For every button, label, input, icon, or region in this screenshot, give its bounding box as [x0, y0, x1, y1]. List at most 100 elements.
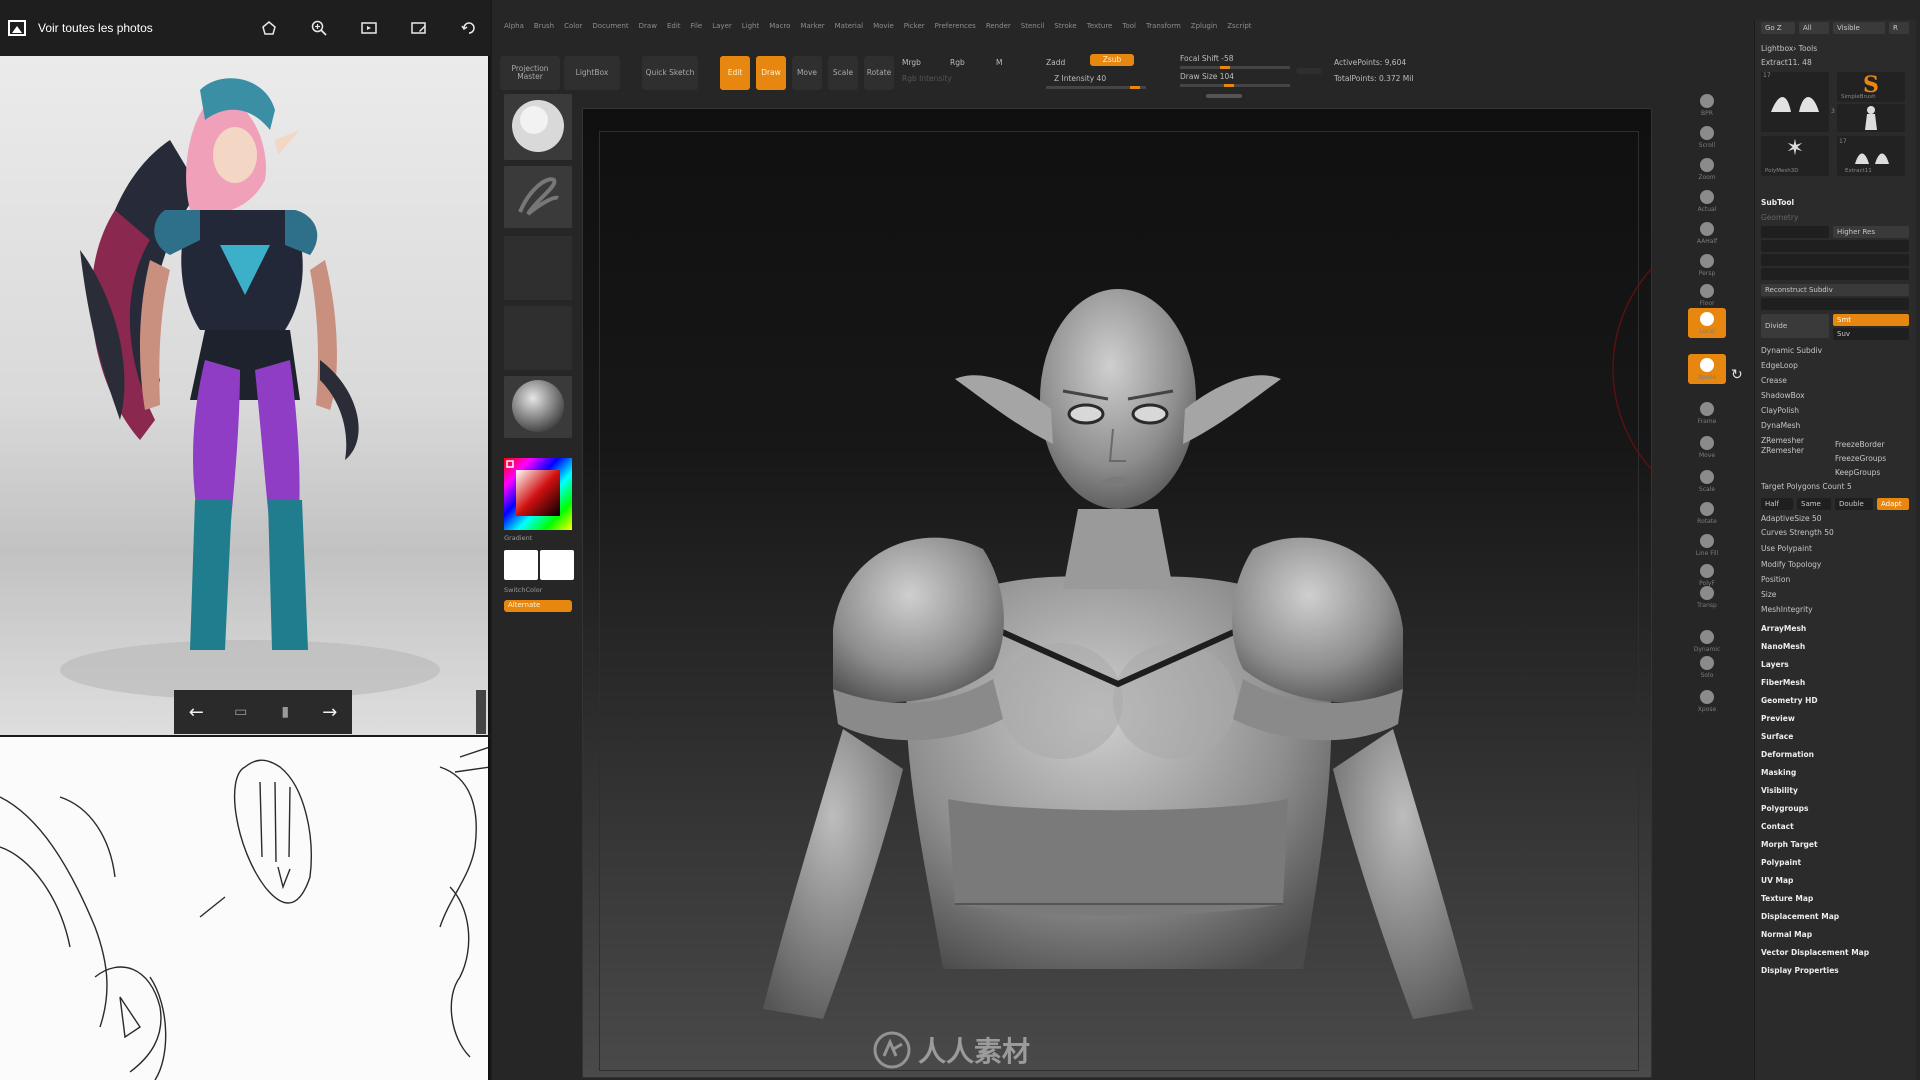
- tool-row-uv-map[interactable]: UV Map: [1761, 876, 1793, 885]
- target-polygons-slider[interactable]: Target Polygons Count 5: [1761, 482, 1852, 491]
- menu-draw[interactable]: Draw: [639, 22, 657, 38]
- menu-stencil[interactable]: Stencil: [1021, 22, 1045, 38]
- freeze-groups-toggle[interactable]: FreezeGroups: [1835, 454, 1886, 463]
- share-icon[interactable]: [258, 17, 280, 39]
- focal-shift-handle[interactable]: [1220, 66, 1230, 69]
- shelf-solo-button[interactable]: Solo: [1688, 652, 1726, 682]
- lightbox-button[interactable]: LightBox: [564, 56, 620, 90]
- photo-scrollbar[interactable]: [476, 690, 486, 734]
- lightbox-tools-button[interactable]: Lightbox› Tools: [1761, 44, 1817, 53]
- rgb-button[interactable]: Rgb: [950, 58, 965, 67]
- menu-texture[interactable]: Texture: [1087, 22, 1113, 38]
- r-button[interactable]: R: [1889, 22, 1909, 34]
- half-button[interactable]: Half: [1761, 498, 1793, 510]
- toolbar-scroll-handle[interactable]: [1206, 94, 1242, 98]
- tool-row-deformation[interactable]: Deformation: [1761, 750, 1814, 759]
- menu-zscript[interactable]: Zscript: [1227, 22, 1251, 38]
- zsub-button[interactable]: Zsub: [1090, 54, 1134, 66]
- edit-icon[interactable]: [408, 17, 430, 39]
- smt-toggle[interactable]: Smt: [1833, 314, 1909, 326]
- gradient-label[interactable]: Gradient: [504, 534, 572, 542]
- sdiv-slider[interactable]: [1761, 240, 1909, 252]
- tool-row-modify-topology[interactable]: Modify Topology: [1761, 560, 1821, 569]
- menu-alpha[interactable]: Alpha: [504, 22, 524, 38]
- menu-layer[interactable]: Layer: [712, 22, 732, 38]
- menu-render[interactable]: Render: [986, 22, 1011, 38]
- menu-stroke[interactable]: Stroke: [1054, 22, 1076, 38]
- shelf-bpr-button[interactable]: BPR: [1688, 90, 1726, 120]
- tool-row-layers[interactable]: Layers: [1761, 660, 1789, 669]
- suv-toggle[interactable]: Suv: [1833, 328, 1909, 340]
- divide-button[interactable]: Divide: [1761, 314, 1829, 338]
- menu-preferences[interactable]: Preferences: [935, 22, 976, 38]
- tool-row-polygroups[interactable]: Polygroups: [1761, 804, 1809, 813]
- zadd-button[interactable]: Zadd: [1046, 58, 1065, 67]
- scale-mode-button[interactable]: Scale: [828, 56, 858, 90]
- zbrush-canvas[interactable]: ↻: [582, 108, 1743, 1078]
- main-color-swatch[interactable]: [504, 550, 538, 580]
- delete-icon[interactable]: ▮: [270, 704, 300, 720]
- rgb-intensity-slider[interactable]: Rgb Intensity: [902, 74, 952, 83]
- visible-button[interactable]: Visible: [1833, 22, 1885, 34]
- tool-row-preview[interactable]: Preview: [1761, 714, 1795, 723]
- menu-light[interactable]: Light: [742, 22, 759, 38]
- draw-mode-button[interactable]: Draw: [756, 56, 786, 90]
- menu-marker[interactable]: Marker: [800, 22, 824, 38]
- tool-row-nanomesh[interactable]: NanoMesh: [1761, 642, 1805, 651]
- color-picker[interactable]: [504, 458, 572, 530]
- shelf-move-button[interactable]: Move: [1688, 432, 1726, 462]
- freeze-subdiv-button[interactable]: [1761, 268, 1909, 280]
- rotate-mode-button[interactable]: Rotate: [864, 56, 894, 90]
- shelf-transp-button[interactable]: Transp: [1688, 582, 1726, 612]
- tool-row-meshintegrity[interactable]: MeshIntegrity: [1761, 605, 1813, 614]
- shelf-actual-button[interactable]: Actual: [1688, 186, 1726, 216]
- tool-row-position[interactable]: Position: [1761, 575, 1790, 584]
- shelf-scroll-button[interactable]: Scroll: [1688, 122, 1726, 152]
- tool-row-morph-target[interactable]: Morph Target: [1761, 840, 1818, 849]
- tool-row-polypaint[interactable]: Polypaint: [1761, 858, 1801, 867]
- convert-bpr-button[interactable]: [1761, 298, 1909, 310]
- curves-strength-slider[interactable]: Curves Strength 50: [1761, 528, 1834, 537]
- texture-thumbnail[interactable]: [504, 306, 572, 370]
- dynamic-size-toggle[interactable]: [1296, 68, 1322, 74]
- menu-macro[interactable]: Macro: [769, 22, 790, 38]
- focal-shift-slider[interactable]: Focal Shift -58: [1180, 54, 1234, 63]
- tool-row-visibility[interactable]: Visibility: [1761, 786, 1798, 795]
- tool-row-size[interactable]: Size: [1761, 590, 1776, 599]
- subtool-menu[interactable]: SubTool: [1761, 198, 1794, 207]
- same-button[interactable]: Same: [1797, 498, 1831, 510]
- switch-color-button[interactable]: SwitchColor: [504, 586, 572, 594]
- shelf-xpose-button[interactable]: Xpose: [1688, 686, 1726, 716]
- keep-groups-toggle[interactable]: KeepGroups: [1835, 468, 1880, 477]
- mrgb-button[interactable]: Mrgb: [902, 58, 921, 67]
- tool-row-surface[interactable]: Surface: [1761, 732, 1793, 741]
- menu-tool[interactable]: Tool: [1122, 22, 1136, 38]
- menu-movie[interactable]: Movie: [873, 22, 894, 38]
- tool-row-edgeloop[interactable]: EdgeLoop: [1761, 361, 1798, 370]
- shelf-line-fill-button[interactable]: Line Fill: [1688, 530, 1726, 560]
- menu-edit[interactable]: Edit: [667, 22, 681, 38]
- menu-document[interactable]: Document: [592, 22, 628, 38]
- tool-thumb-figure[interactable]: [1837, 104, 1905, 132]
- rotate-icon[interactable]: [458, 17, 480, 39]
- tool-row-displacement-map[interactable]: Displacement Map: [1761, 912, 1839, 921]
- tool-row-dynamic-subdiv[interactable]: Dynamic Subdiv: [1761, 346, 1822, 355]
- photo-info-icon[interactable]: ▭: [226, 704, 256, 720]
- z-intensity-handle[interactable]: [1130, 86, 1140, 89]
- tool-row-vector-displacement-map[interactable]: Vector Displacement Map: [1761, 948, 1869, 957]
- goz-button[interactable]: Go Z: [1761, 22, 1795, 34]
- menu-file[interactable]: File: [691, 22, 703, 38]
- higher-res-button[interactable]: Higher Res: [1833, 226, 1909, 238]
- shelf-local-button[interactable]: Local: [1688, 308, 1726, 338]
- shelf-persp-button[interactable]: Persp: [1688, 250, 1726, 280]
- double-button[interactable]: Double: [1835, 498, 1873, 510]
- tool-row-zremesher[interactable]: ZRemesher: [1761, 436, 1804, 445]
- shelf-floor-button[interactable]: Floor: [1688, 280, 1726, 310]
- tool-row-display-properties[interactable]: Display Properties: [1761, 966, 1839, 975]
- adapt-button[interactable]: Adapt: [1877, 498, 1909, 510]
- menu-transform[interactable]: Transform: [1146, 22, 1181, 38]
- slideshow-icon[interactable]: [358, 17, 380, 39]
- shelf-rotate-button[interactable]: Rotate: [1688, 498, 1726, 528]
- material-thumbnail[interactable]: [504, 376, 572, 438]
- menu-zplugin[interactable]: Zplugin: [1191, 22, 1217, 38]
